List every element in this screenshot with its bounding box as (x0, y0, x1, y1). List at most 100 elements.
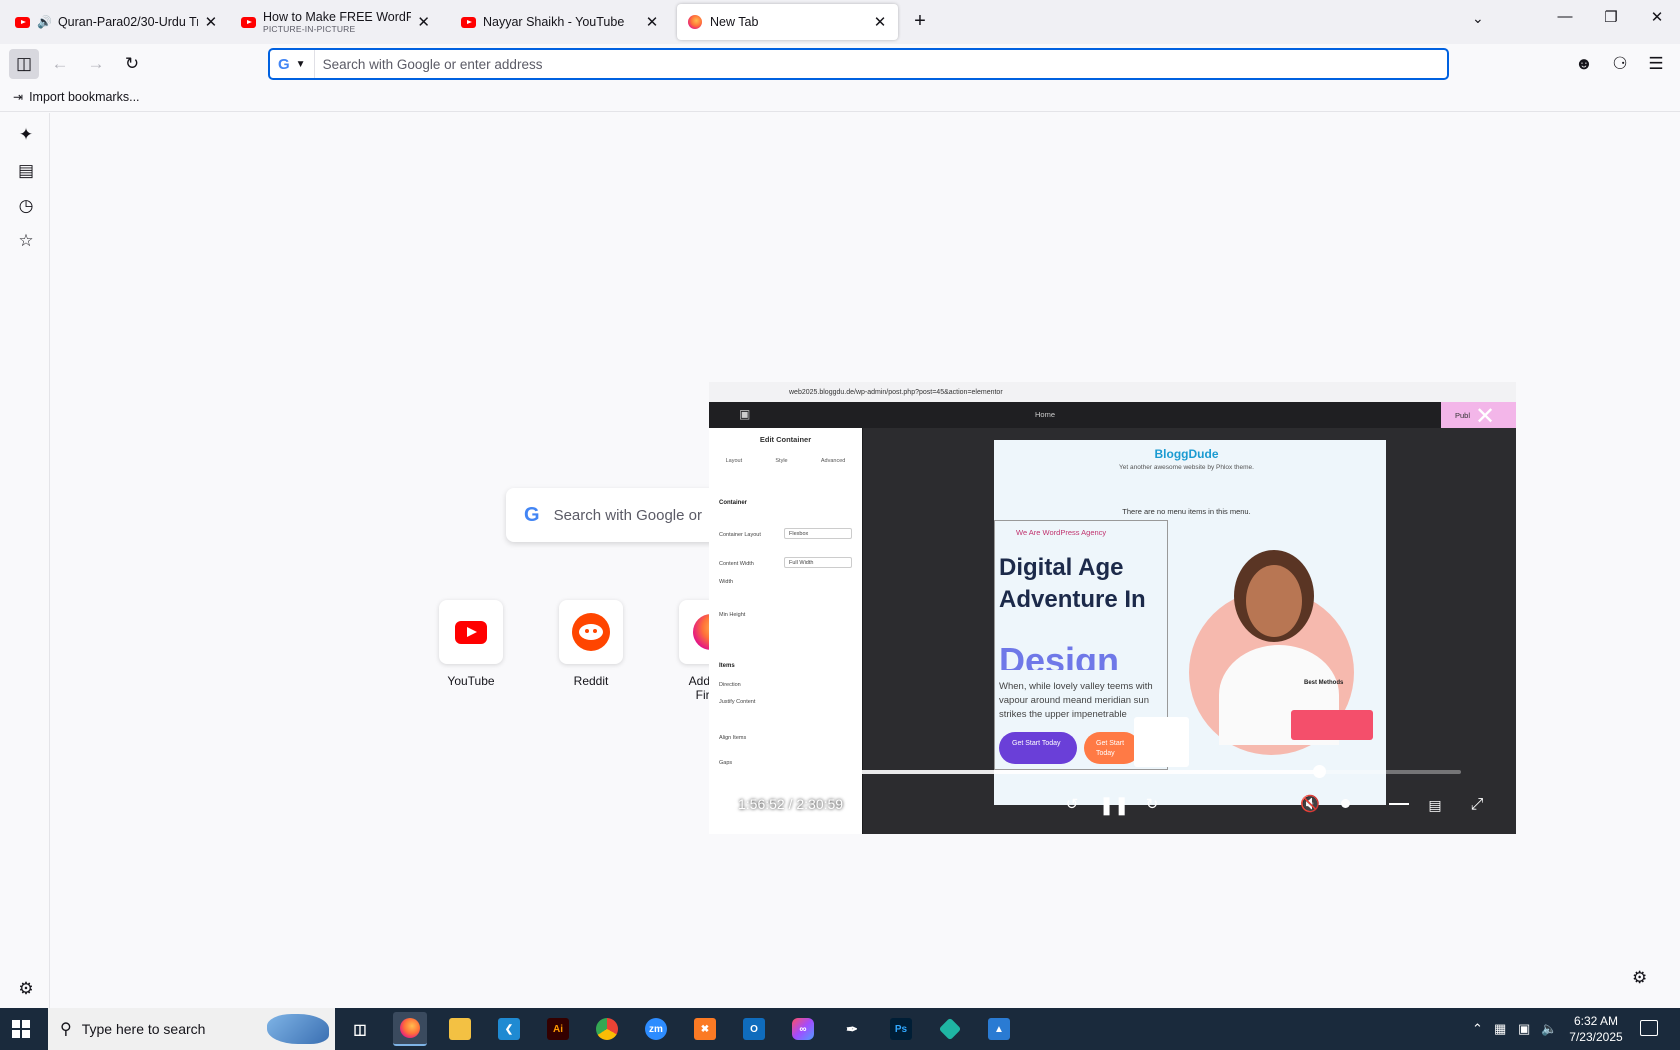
restore-icon[interactable]: ❐ (1588, 8, 1634, 26)
panel-row-label: Width (719, 579, 734, 585)
menu-icon[interactable]: ☰ (1641, 49, 1671, 79)
url-input[interactable] (314, 56, 1447, 72)
tab-new-tab[interactable]: New Tab ✕ (677, 4, 898, 40)
pip-time: 1:56:52 / 2:30:59 (738, 796, 844, 812)
firefox-taskbar-icon[interactable] (393, 1012, 427, 1046)
task-view-icon[interactable]: ◫ (343, 1012, 377, 1046)
creative-cloud-icon[interactable]: ∞ (786, 1012, 820, 1046)
fullscreen-icon[interactable]: ⤢ (1464, 792, 1490, 818)
pip-seek-bar[interactable] (831, 765, 1461, 778)
close-tab-icon[interactable]: ✕ (644, 13, 660, 31)
minimize-icon[interactable]: — (1542, 8, 1588, 25)
panel-section: Container (719, 500, 748, 506)
extensions-icon[interactable]: ⚆ (1605, 49, 1635, 79)
list-all-tabs-icon[interactable]: ⌄ (1472, 10, 1484, 27)
shortcut-reddit[interactable]: Reddit (541, 600, 641, 688)
xampp-icon[interactable]: ✖ (688, 1012, 722, 1046)
seek-back-icon[interactable]: ↺ (1059, 792, 1085, 818)
synced-tabs-icon[interactable]: ▤ (15, 160, 37, 182)
network-icon[interactable]: ▣ (1518, 1021, 1530, 1037)
panel-row-label: Align Items (719, 735, 747, 741)
captions-icon[interactable]: ▤ (1422, 792, 1448, 818)
site-menu-notice: There are no menu items in this menu. (1122, 507, 1251, 516)
youtube-icon (460, 14, 476, 30)
tray-app-icon[interactable]: ▦ (1494, 1021, 1506, 1037)
navigation-toolbar: ◫ ← → ↻ G ▼ ☻ ⚆ ☰ (0, 44, 1680, 84)
chrome-icon[interactable] (590, 1012, 624, 1046)
panel-select: Full Width (784, 557, 852, 568)
close-tab-icon[interactable]: ✕ (204, 13, 218, 31)
panel-row-label: Gaps (719, 760, 733, 766)
volume-track[interactable] (1389, 803, 1409, 805)
close-tab-icon[interactable]: ✕ (417, 13, 430, 31)
gear-icon[interactable]: ⚙ (15, 978, 37, 1000)
back-icon[interactable]: ← (45, 49, 75, 79)
zoom-icon[interactable]: zm (639, 1012, 673, 1046)
pause-icon[interactable]: ❚❚ (1099, 792, 1129, 818)
pip-seek-fill (831, 770, 1319, 774)
panel-row-label: Container Layout (719, 532, 761, 538)
tab-nayyar[interactable]: Nayyar Shaikh - YouTube ✕ (450, 4, 670, 40)
tab-wordpress[interactable]: How to Make FREE WordPress W PICTURE-IN-… (230, 4, 440, 40)
picture-in-picture-window[interactable]: web2025.bloggdu.de/wp-admin/post.php?pos… (709, 382, 1516, 834)
account-icon[interactable]: ☻ (1569, 49, 1599, 79)
bookmarks-star-icon[interactable]: ☆ (15, 230, 37, 252)
taskbar-clock[interactable]: 6:32 AM 7/23/2025 (1560, 1013, 1632, 1045)
file-explorer-icon[interactable] (443, 1012, 477, 1046)
forward-icon[interactable]: → (81, 49, 111, 79)
bookmarks-toolbar: ⇥ Import bookmarks... (0, 84, 1680, 112)
video-editor-toolbar: ▣ Home Publ (709, 402, 1516, 428)
sidebar-toggle-icon[interactable]: ◫ (9, 49, 39, 79)
outlook-icon[interactable]: O (737, 1012, 771, 1046)
windows-start-icon[interactable] (12, 1020, 30, 1038)
close-window-icon[interactable]: ✕ (1634, 8, 1680, 26)
video-site-preview: BloggDude Yet another awesome website by… (994, 440, 1386, 805)
volume-thumb[interactable] (1341, 799, 1350, 808)
inkscape-icon[interactable]: ✒ (835, 1012, 869, 1046)
google-icon: G (278, 55, 290, 73)
app-icon[interactable] (933, 1012, 967, 1046)
tab-title: Nayyar Shaikh - YouTube (483, 15, 625, 29)
speaker-icon[interactable]: 🔊 (37, 15, 52, 29)
ai-chat-icon[interactable]: ✦ (15, 124, 37, 146)
site-brand: BloggDude (1154, 447, 1219, 461)
close-tab-icon[interactable]: ✕ (872, 13, 888, 31)
shortcut-label: Reddit (573, 674, 609, 688)
site-person-face (1246, 565, 1302, 637)
chevron-up-icon[interactable]: ⌃ (1472, 1021, 1483, 1037)
tab-title: New Tab (710, 15, 759, 29)
tab-quran[interactable]: 🔊 Quran-Para02/30-Urdu Tran ✕ (4, 4, 228, 40)
customize-gear-icon[interactable]: ⚙ (1632, 968, 1647, 988)
panel-section: Items (719, 663, 735, 669)
seek-forward-icon[interactable]: ↻ (1139, 792, 1165, 818)
video-url-bar: web2025.bloggdu.de/wp-admin/post.php?pos… (709, 382, 1516, 402)
shortcut-youtube[interactable]: YouTube (421, 600, 521, 688)
muted-icon[interactable]: 🔇 (1297, 792, 1323, 818)
chevron-down-icon: ▼ (295, 58, 306, 70)
site-headline: Digital Age Adventure In (999, 554, 1146, 613)
taskbar-search[interactable]: ⚲ Type here to search (48, 1008, 335, 1050)
pip-close-icon[interactable]: ✕ (1472, 404, 1498, 430)
reload-icon[interactable]: ↻ (117, 49, 147, 79)
tab-subtitle: PICTURE-IN-PICTURE (263, 24, 356, 34)
youtube-icon (455, 620, 487, 644)
history-icon[interactable]: ◷ (15, 195, 37, 217)
vscode-icon[interactable]: ❮ (492, 1012, 526, 1046)
volume-icon[interactable]: 🔈 (1541, 1021, 1557, 1037)
search-engine-button[interactable]: G ▼ (270, 50, 315, 78)
illustrator-icon[interactable]: Ai (541, 1012, 575, 1046)
panel-title: Edit Container (759, 435, 812, 444)
address-bar[interactable]: G ▼ (268, 48, 1449, 80)
reddit-icon (572, 613, 610, 651)
photoshop-icon[interactable]: Ps (884, 1012, 918, 1046)
site-best-methods: Best Methods (1304, 680, 1344, 686)
clock-time: 6:32 AM (1573, 1014, 1619, 1028)
pip-seek-thumb[interactable] (1312, 765, 1326, 778)
notification-icon[interactable] (1640, 1020, 1658, 1036)
photos-icon[interactable]: ▲ (982, 1012, 1016, 1046)
import-bookmarks-button[interactable]: ⇥ Import bookmarks... (13, 90, 140, 104)
clock-date: 7/23/2025 (1569, 1030, 1623, 1044)
new-tab-button[interactable]: + (908, 10, 932, 33)
panel-row-label: Direction (719, 682, 741, 688)
site-paragraph: When, while lovely valley teems with vap… (999, 681, 1153, 720)
